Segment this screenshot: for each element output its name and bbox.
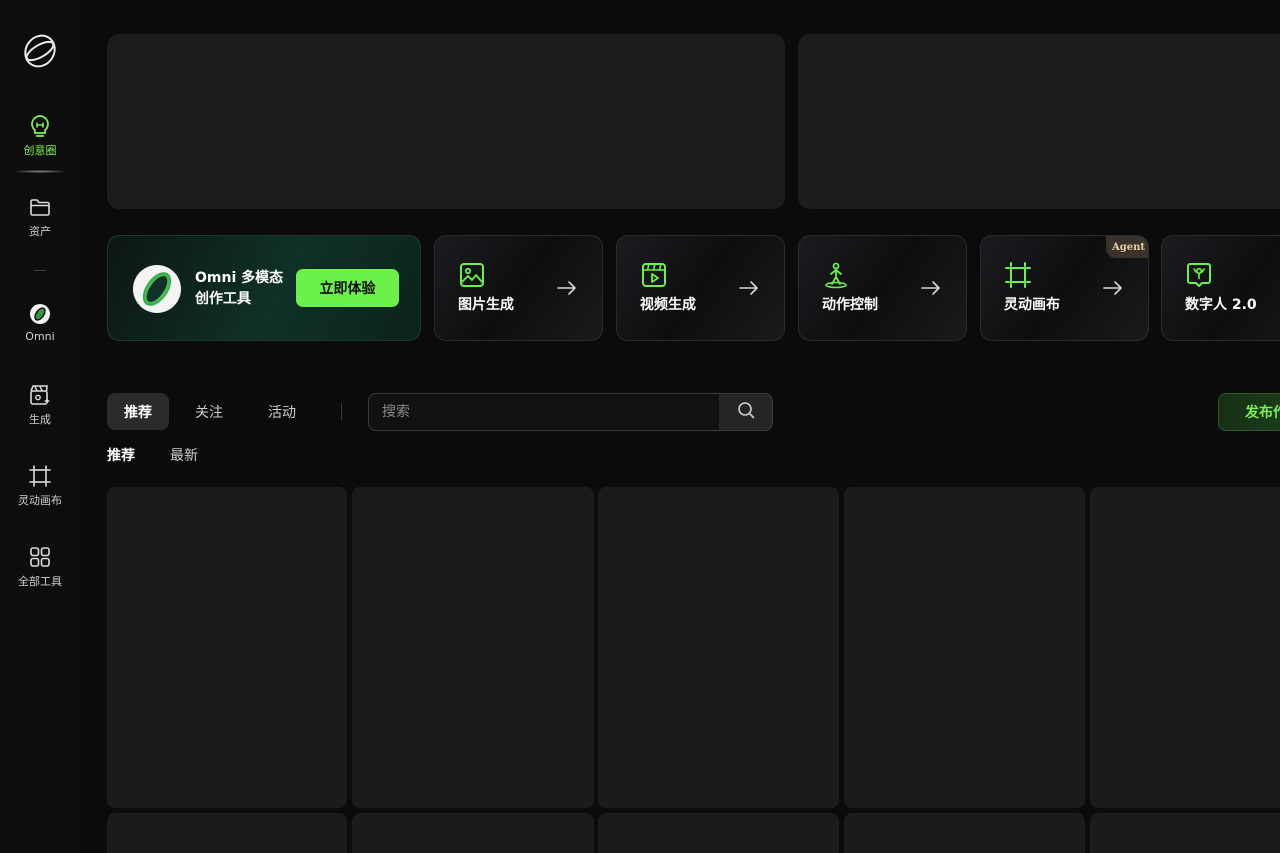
clapper-sparkle-icon <box>27 382 53 408</box>
search-box <box>368 393 773 431</box>
subtab-latest[interactable]: 最新 <box>170 445 198 465</box>
sidebar-item-label: 创意圈 <box>23 144 57 157</box>
sidebar-item-creative-circle[interactable]: 创意圈 <box>0 113 80 173</box>
canvas-frame-icon <box>27 463 53 489</box>
canvas-frame-icon <box>1004 261 1032 289</box>
app-logo[interactable] <box>20 30 60 72</box>
sidebar-item-label: 生成 <box>29 413 51 426</box>
sidebar: 创意圈 资产 Omni 生成 灵动画布 全部工具 <box>0 0 80 853</box>
lightbulb-icon <box>27 113 53 139</box>
tool-name: 图片生成 <box>458 297 514 313</box>
image-icon <box>458 261 486 289</box>
arrow-right-icon <box>556 279 578 297</box>
try-now-button[interactable]: 立即体验 <box>296 269 399 307</box>
folder-icon <box>27 194 53 220</box>
feed-card[interactable] <box>598 813 839 853</box>
tool-card-image-gen[interactable]: 图片生成 <box>434 235 603 341</box>
tool-name: 灵动画布 <box>1004 297 1060 313</box>
tab-divider <box>341 403 342 420</box>
feed-card[interactable] <box>844 813 1085 853</box>
feed-card[interactable] <box>107 487 347 808</box>
tab-recommend[interactable]: 推荐 <box>107 393 169 430</box>
arrow-right-icon <box>738 279 760 297</box>
sidebar-item-label: 灵动画布 <box>18 494 62 507</box>
active-indicator <box>12 170 68 173</box>
omni-title: Omni 多模态创作工具 <box>195 270 284 307</box>
omni-ring-icon <box>130 262 184 316</box>
omni-promo-card[interactable]: Omni 多模态创作工具 立即体验 <box>107 235 421 341</box>
sidebar-item-label: 全部工具 <box>18 575 62 588</box>
search-icon <box>737 401 755 423</box>
agent-badge: Agent <box>1106 236 1148 258</box>
feed-card[interactable] <box>844 487 1085 808</box>
tool-card-motion-control[interactable]: 动作控制 <box>798 235 967 341</box>
feed-card[interactable] <box>598 487 839 808</box>
tab-following[interactable]: 关注 <box>178 393 240 430</box>
sidebar-item-generate[interactable]: 生成 <box>0 382 80 442</box>
feed-card[interactable] <box>352 487 594 808</box>
feed-card[interactable] <box>1090 813 1280 853</box>
sidebar-item-assets[interactable]: 资产 <box>0 194 80 254</box>
omni-ring-icon <box>27 301 53 327</box>
feed-card[interactable] <box>1090 487 1280 808</box>
sidebar-item-label: Omni <box>25 330 55 343</box>
feed-card[interactable] <box>107 813 347 853</box>
arrow-right-icon <box>1102 279 1124 297</box>
sidebar-item-canvas[interactable]: 灵动画布 <box>0 463 80 523</box>
publish-button[interactable]: 发布作品 <box>1218 393 1280 431</box>
tab-events[interactable]: 活动 <box>251 393 313 430</box>
tool-card-digital-human[interactable]: 数字人 2.0 <box>1161 235 1280 341</box>
sidebar-divider <box>34 270 46 271</box>
digital-human-icon <box>1185 261 1213 289</box>
tool-name: 数字人 2.0 <box>1185 297 1257 313</box>
video-icon <box>640 261 668 289</box>
grid-apps-icon <box>27 544 53 570</box>
tool-name: 动作控制 <box>822 297 878 313</box>
sidebar-item-label: 资产 <box>29 225 51 238</box>
sidebar-item-omni[interactable]: Omni <box>0 301 80 361</box>
banner-left[interactable] <box>107 34 785 209</box>
sidebar-item-all-tools[interactable]: 全部工具 <box>0 544 80 604</box>
tool-name: 视频生成 <box>640 297 696 313</box>
feed-card[interactable] <box>352 813 594 853</box>
search-input[interactable] <box>369 394 719 430</box>
search-button[interactable] <box>719 394 772 430</box>
motion-figure-icon <box>822 261 850 289</box>
arrow-right-icon <box>920 279 942 297</box>
tool-card-video-gen[interactable]: 视频生成 <box>616 235 785 341</box>
subtab-recommend[interactable]: 推荐 <box>107 445 135 465</box>
tool-card-canvas[interactable]: Agent 灵动画布 <box>980 235 1149 341</box>
banner-right[interactable] <box>798 34 1280 209</box>
